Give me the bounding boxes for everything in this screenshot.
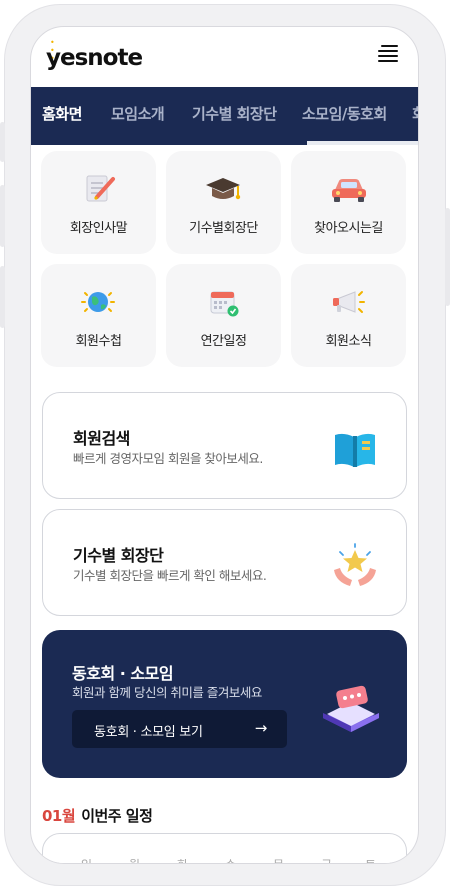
phone-side-button <box>445 208 450 306</box>
tab-clubs[interactable]: 소모임/동호회 <box>302 87 387 141</box>
tab-more[interactable]: 회 <box>412 87 418 141</box>
card-description: 빠르게 경영자모임 회원을 찾아보세요. <box>73 451 263 466</box>
weekday-label: 월 <box>129 856 140 863</box>
weekday-label: 화 <box>177 856 188 863</box>
tab-scroll-indicator <box>31 141 418 145</box>
hands-star-icon <box>334 543 376 586</box>
chat-bubble-platform-icon <box>323 685 379 732</box>
quick-menu-directions[interactable]: 찾아오시는길 <box>291 151 406 254</box>
calendar-check-icon <box>210 291 239 317</box>
card-title: 회원검색 <box>73 429 130 448</box>
weekday-label: 수 <box>225 856 236 863</box>
quick-menu-annual-schedule[interactable]: 연간일정 <box>166 264 281 367</box>
tab-about[interactable]: 모임소개 <box>111 87 165 141</box>
quick-menu-member-book[interactable]: 회원수첩 <box>41 264 156 367</box>
quick-menu-label: 기수별회장단 <box>189 221 258 236</box>
tab-home[interactable]: 홈화면 <box>42 87 82 141</box>
car-icon <box>332 179 366 202</box>
quick-menu-label: 찾아오시는길 <box>314 221 383 236</box>
view-clubs-button[interactable]: 동호회 · 소모임 보기 → <box>72 710 287 748</box>
phone-side-button <box>0 266 5 328</box>
quick-menu-label: 회원수첩 <box>75 334 122 349</box>
app-screen: • • • yesnote 홈화면 모임소개 기수별 회장단 소모임/동호회 회 <box>30 26 419 864</box>
banner-title: 동호회 · 소모임 <box>72 664 174 683</box>
weekly-schedule-heading: 01월 이번주 일정 <box>42 805 153 826</box>
quick-menu-member-news[interactable]: 회원소식 <box>291 264 406 367</box>
tab-officers[interactable]: 기수별 회장단 <box>192 87 277 141</box>
logo-text: yesnote <box>46 45 143 71</box>
card-description: 기수별 회장단을 빠르게 확인 해보세요. <box>73 568 267 583</box>
app-header: • • • yesnote <box>31 27 418 87</box>
open-book-icon <box>335 433 375 467</box>
quick-menu-label: 회원소식 <box>325 334 372 349</box>
weekday-label: 일 <box>81 856 92 863</box>
phone-side-button <box>0 122 5 162</box>
weekly-calendar: 일 월 화 수 목 금 토 <box>42 833 407 863</box>
globe-icon <box>81 292 115 312</box>
quick-menu-label: 회장인사말 <box>69 221 128 236</box>
graduation-cap-icon <box>206 178 241 200</box>
schedule-title: 이번주 일정 <box>81 807 153 825</box>
notepad-pencil-icon <box>86 175 115 202</box>
quick-menu-label: 연간일정 <box>200 334 247 349</box>
weekday-label: 금 <box>321 856 332 863</box>
quick-menu-officers[interactable]: 기수별회장단 <box>166 151 281 254</box>
button-label: 동호회 · 소모임 보기 <box>94 725 203 740</box>
card-title: 기수별 회장단 <box>73 546 164 565</box>
hamburger-menu-icon[interactable] <box>378 45 398 62</box>
arrow-right-icon: → <box>254 719 268 737</box>
banner-description: 회원과 함께 당신의 취미를 즐겨보세요 <box>72 685 262 700</box>
weekday-label: 목 <box>273 856 284 863</box>
megaphone-icon <box>333 291 365 313</box>
main-tab-nav: 홈화면 모임소개 기수별 회장단 소모임/동호회 회 <box>31 87 418 141</box>
schedule-month: 01월 <box>42 807 76 825</box>
weekday-label: 토 <box>365 856 376 863</box>
quick-menu-greeting[interactable]: 회장인사말 <box>41 151 156 254</box>
phone-side-button <box>0 185 5 247</box>
member-search-card[interactable]: 회원검색 빠르게 경영자모임 회원을 찾아보세요. <box>42 392 407 499</box>
officers-card[interactable]: 기수별 회장단 기수별 회장단을 빠르게 확인 해보세요. <box>42 509 407 616</box>
club-banner: 동호회 · 소모임 회원과 함께 당신의 취미를 즐겨보세요 동호회 · 소모임… <box>42 630 407 778</box>
